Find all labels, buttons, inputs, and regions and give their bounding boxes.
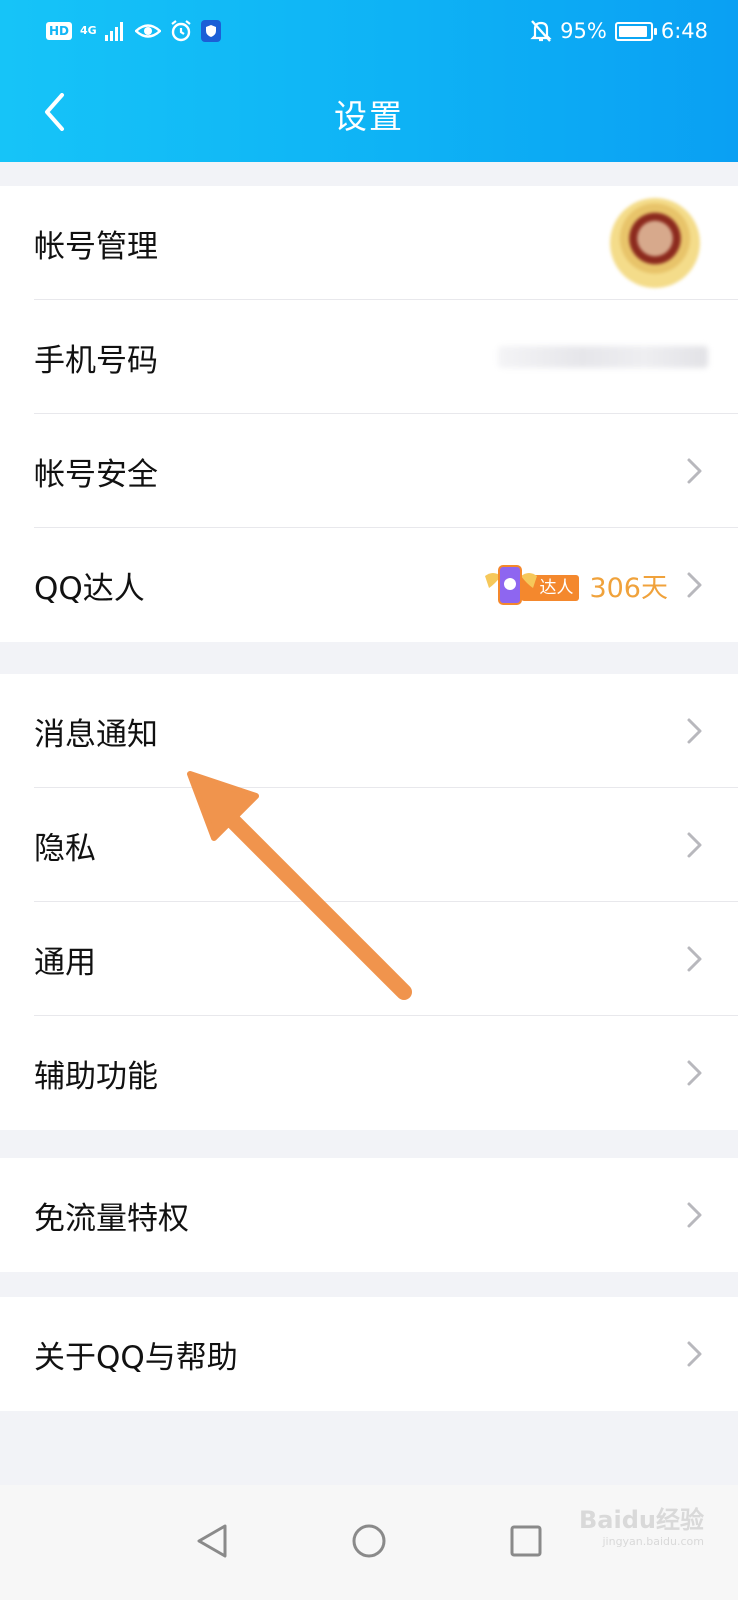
home-circle-icon [352,1524,386,1558]
navbar: 设置 [0,62,738,162]
chevron-right-icon [687,946,702,972]
nav-recents-button[interactable] [490,1505,562,1577]
privilege-group: 免流量特权 [0,1158,738,1272]
daren-info: 达人 306天 [483,558,668,612]
network-label: 4G [80,24,97,37]
status-right: 95% 6:48 [530,18,708,44]
nav-back-button[interactable] [176,1505,248,1577]
settings-item-free-data[interactable]: 免流量特权 [0,1158,738,1272]
settings-item-accessibility[interactable]: 辅助功能 [0,1016,738,1130]
winged-phone-icon [485,565,538,605]
watermark: Baidu经验 jingyan.baidu.com [579,1505,704,1549]
chevron-right-icon [687,832,702,858]
clock: 6:48 [660,19,708,43]
daren-badge: 达人 [483,562,580,608]
phone-number-redacted [498,346,708,368]
settings-item-phone-number[interactable]: 手机号码 [0,300,738,414]
account-group: 帐号管理 手机号码 帐号安全 QQ达人 达人 306天 [0,186,738,642]
chevron-right-icon [687,458,702,484]
item-label: 帐号安全 [34,456,158,493]
status-bar: HD 4G 95% 6:48 [0,0,738,62]
battery-fill [618,25,648,37]
status-left: HD 4G [46,18,221,44]
signal-icon [104,22,123,41]
alarm-icon [171,20,191,42]
nav-home-button[interactable] [333,1505,405,1577]
daren-days: 306天 [589,572,668,604]
page-title: 设置 [334,97,404,136]
chevron-right-icon [687,1202,702,1228]
item-label: 免流量特权 [34,1200,189,1237]
about-group: 关于QQ与帮助 [0,1297,738,1411]
item-label: QQ达人 [34,570,145,607]
watermark-url: jingyan.baidu.com [602,1535,704,1548]
eye-icon [134,24,161,38]
settings-item-privacy[interactable]: 隐私 [0,788,738,902]
item-label: 关于QQ与帮助 [34,1339,238,1376]
item-label: 辅助功能 [34,1058,158,1095]
hd-badge: HD [46,22,73,40]
chevron-right-icon [687,1060,702,1086]
general-settings-group: 消息通知 隐私 通用 辅助功能 [0,674,738,1130]
settings-page: HD 4G 95% 6:48 设置 帐号管理 手机号码 帐号安全 QQ达人 达人… [0,0,738,1600]
item-label: 帐号管理 [34,228,158,265]
recents-square-icon [510,1525,542,1557]
settings-item-about-help[interactable]: 关于QQ与帮助 [0,1297,738,1411]
chevron-right-icon [687,718,702,744]
shield-icon [200,20,221,42]
settings-item-account-management[interactable]: 帐号管理 [0,186,738,300]
header: HD 4G 95% 6:48 设置 [0,0,738,162]
settings-item-notifications[interactable]: 消息通知 [0,674,738,788]
avatar [610,198,700,288]
mute-bell-icon [530,20,552,42]
chevron-right-icon [687,572,702,598]
settings-item-qq-daren[interactable]: QQ达人 达人 306天 [0,528,738,642]
item-label: 消息通知 [34,716,158,753]
item-label: 通用 [34,944,96,981]
watermark-brand: Baidu经验 [579,1506,704,1534]
settings-item-general[interactable]: 通用 [0,902,738,1016]
item-label: 隐私 [34,830,96,867]
chevron-right-icon [687,1341,702,1367]
item-label: 手机号码 [34,342,158,379]
settings-item-account-security[interactable]: 帐号安全 [0,414,738,528]
battery-icon [614,21,657,41]
battery-percent: 95% [560,19,607,43]
back-triangle-icon [197,1524,227,1558]
system-nav-bar: Baidu经验 jingyan.baidu.com [0,1485,738,1600]
